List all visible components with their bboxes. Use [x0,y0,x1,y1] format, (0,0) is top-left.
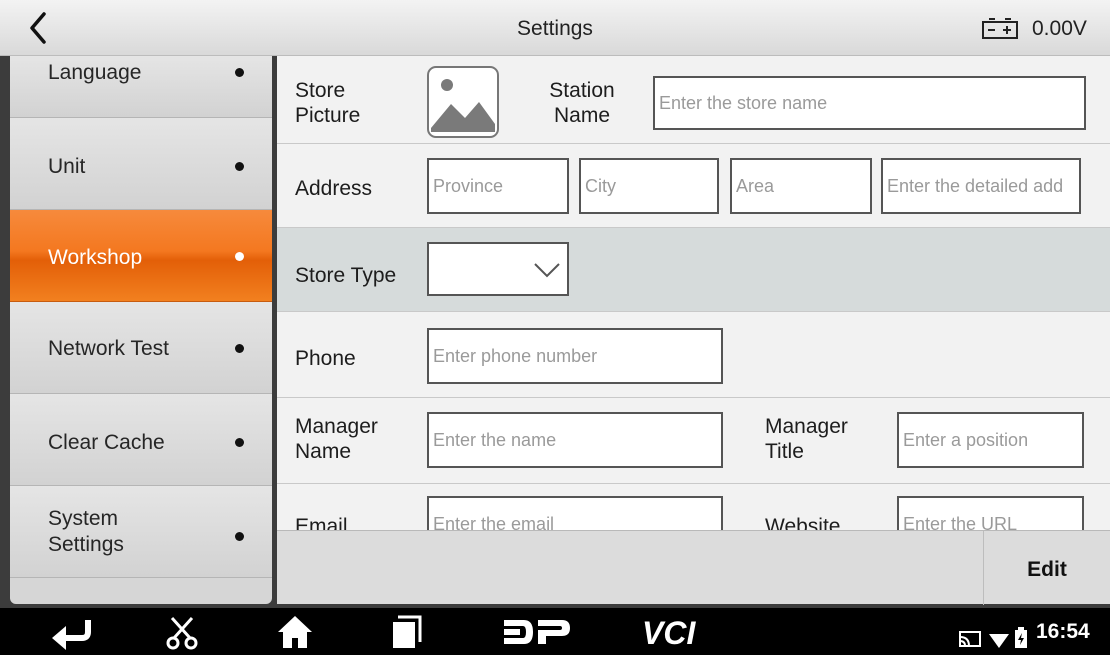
email-input[interactable]: Enter the email [427,496,723,530]
bullet-icon [235,162,244,171]
chevron-down-icon [534,263,560,278]
manager-name-label: Manager Name [295,415,378,463]
sidebar-item-label: System Settings [48,507,124,556]
sidebar-item-label: Workshop [48,246,143,269]
form-row-store-type: Store Type [277,228,1110,312]
cast-icon [959,631,981,647]
status-clock: 16:54 [1036,620,1090,643]
manager-name-input[interactable]: Enter the name [427,412,723,468]
workshop-panel: Store Picture Station Name Enter the sto… [277,56,1110,605]
address-label: Address [295,177,373,200]
bullet-icon [235,344,244,353]
bullet-icon [235,252,244,261]
form-row-contact: Email Enter the email Website Enter the … [277,484,1110,530]
sidebar-item-label: Network Test [48,337,169,360]
voltage-readout: 0.00V [1032,17,1087,40]
sidebar-item-unit[interactable]: Unit [10,118,272,210]
bullet-icon [235,68,244,77]
image-placeholder-icon[interactable] [427,66,499,138]
return-icon[interactable] [48,614,94,650]
sidebar-item-clear-cache[interactable]: Clear Cache [10,394,272,486]
store-picture-label: Store Picture [295,79,361,127]
settings-sidebar: Language Unit Workshop Network Test Clea… [10,56,272,604]
store-type-label: Store Type [295,264,397,287]
email-label: Email [295,515,348,530]
recent-apps-icon[interactable] [388,614,424,650]
bullet-icon [235,438,244,447]
edit-button[interactable]: Edit [984,531,1110,605]
form-row-address: Address Province City Area Enter the det… [277,144,1110,228]
svg-text:VCI: VCI [642,615,696,650]
battery-status-icon [1015,627,1027,648]
battery-icon [982,18,1018,39]
manager-title-label: Manager Title [765,415,848,463]
website-input[interactable]: Enter the URL [897,496,1084,530]
sidebar-item-network-test[interactable]: Network Test [10,302,272,394]
form-row-phone: Phone Enter phone number [277,312,1110,398]
form-row-store: Store Picture Station Name Enter the sto… [277,56,1110,144]
sidebar-item-label: Clear Cache [48,431,165,454]
phone-input[interactable]: Enter phone number [427,328,723,384]
dp-brand-logo-icon [504,620,570,644]
city-input[interactable]: City [579,158,719,214]
title-bar: Settings 0.00V [0,0,1110,56]
phone-label: Phone [295,347,356,370]
sidebar-item-system-settings[interactable]: System Settings [10,486,272,578]
workshop-form: Store Picture Station Name Enter the sto… [277,56,1110,530]
sidebar-item-label: Unit [48,155,86,178]
station-name-input[interactable]: Enter the store name [653,76,1086,130]
system-nav-bar: VCI 16:54 [0,608,1110,655]
sidebar-item-workshop[interactable]: Workshop [10,210,272,302]
screenshot-scissors-icon[interactable] [164,614,200,650]
home-icon[interactable] [276,614,314,650]
sidebar-item-language[interactable]: Language [10,56,272,118]
wifi-icon [989,634,1009,648]
vci-logo-icon[interactable]: VCI [640,614,716,650]
province-input[interactable]: Province [427,158,569,214]
sidebar-item-label: Language [48,61,142,84]
detailed-address-input[interactable]: Enter the detailed add [881,158,1081,214]
action-bar: Edit [277,530,1110,605]
manager-title-input[interactable]: Enter a position [897,412,1084,468]
page-title: Settings [517,17,593,40]
form-row-manager: Manager Name Enter the name Manager Titl… [277,398,1110,484]
store-type-select[interactable] [427,242,569,296]
area-input[interactable]: Area [730,158,872,214]
station-name-label: Station Name [549,79,615,127]
website-label: Website [765,515,841,530]
bullet-icon [235,532,244,541]
